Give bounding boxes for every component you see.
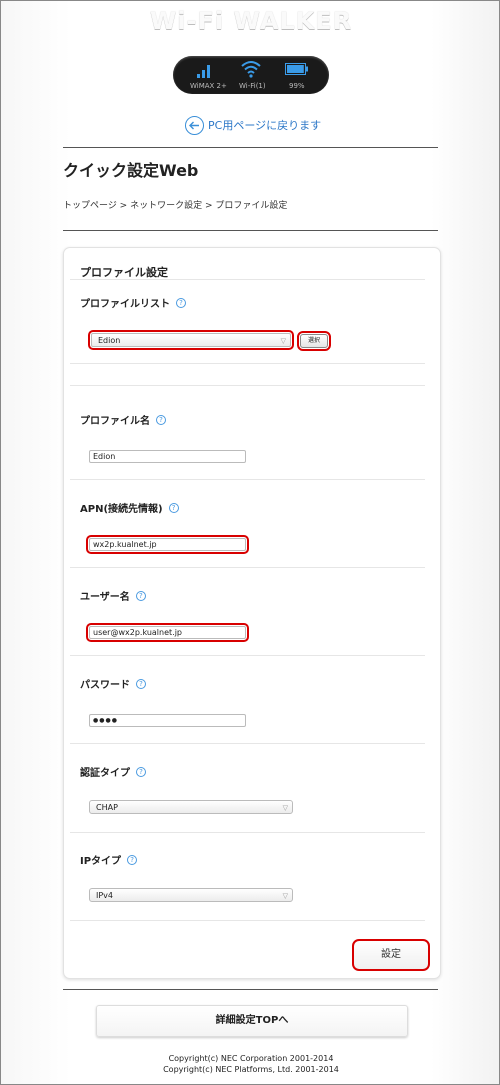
wifi-label: Wi-Fi(1) — [239, 82, 266, 90]
apn-label: APN(接続先情報) ? — [80, 500, 179, 515]
ip-type-select[interactable]: IPv4 ▽ — [89, 888, 293, 902]
help-icon[interactable]: ? — [156, 414, 166, 425]
copyright: Copyright(c) NEC Corporation 2001-2014 C… — [1, 1053, 500, 1075]
brand-logo: Wi-Fi WALKER — [149, 7, 353, 35]
wimax-label: WiMAX 2+ — [190, 82, 227, 90]
page-frame: Wi-Fi WALKER WiMAX 2+ Wi-Fi(1) 99% PC用ペー… — [0, 0, 500, 1085]
help-icon[interactable]: ? — [135, 590, 146, 601]
divider — [70, 920, 425, 921]
divider — [70, 479, 425, 480]
help-icon[interactable]: ? — [176, 297, 186, 308]
divider — [70, 385, 425, 386]
profile-list-select[interactable]: Edion ▽ — [88, 330, 294, 350]
password-field[interactable]: ●●●● — [89, 714, 246, 727]
device-status-bar: WiMAX 2+ Wi-Fi(1) 99% — [173, 56, 329, 94]
auth-type-select[interactable]: CHAP ▽ — [89, 800, 293, 814]
help-icon[interactable]: ? — [127, 854, 138, 865]
divider — [70, 363, 425, 364]
username-label: ユーザー名 ? — [80, 588, 146, 603]
chevron-down-icon: ▽ — [282, 892, 288, 900]
apn-field[interactable]: wx2p.kualnet.jp — [86, 535, 249, 554]
select-button[interactable]: 選択 — [297, 331, 331, 351]
username-field[interactable]: user@wx2p.kualnet.jp — [86, 623, 249, 642]
divider — [63, 989, 438, 990]
profile-settings-panel: プロファイル設定 プロファイルリスト ? Edion ▽ 選択 プロファイル名 ?… — [63, 247, 441, 979]
divider — [70, 567, 425, 568]
copyright-line: Copyright(c) NEC Platforms, Ltd. 2001-20… — [163, 1065, 339, 1074]
pc-page-link[interactable]: PC用ページに戻ります — [185, 115, 321, 135]
auth-type-label: 認証タイプ ? — [80, 764, 146, 779]
section-title: プロファイル設定 — [80, 266, 168, 279]
battery-icon — [285, 63, 308, 75]
divider — [70, 279, 425, 280]
password-label: パスワード ? — [80, 676, 146, 691]
signal-icon — [197, 65, 210, 78]
battery-label: 99% — [289, 82, 305, 90]
divider — [63, 230, 438, 231]
arrow-left-icon — [185, 115, 204, 135]
detail-settings-top-button[interactable]: 詳細設定TOPへ — [96, 1005, 408, 1037]
help-icon[interactable]: ? — [136, 766, 146, 777]
help-icon[interactable]: ? — [136, 678, 146, 689]
ip-type-label: IPタイプ ? — [80, 852, 138, 867]
pc-page-link-label: PC用ページに戻ります — [208, 119, 322, 132]
profile-name-field[interactable]: Edion — [89, 450, 246, 463]
chevron-down-icon: ▽ — [280, 337, 286, 345]
submit-button[interactable]: 設定 — [352, 939, 430, 971]
copyright-line: Copyright(c) NEC Corporation 2001-2014 — [168, 1054, 334, 1063]
divider — [63, 147, 438, 148]
help-icon[interactable]: ? — [168, 502, 179, 513]
divider — [70, 832, 425, 833]
breadcrumb: トップページ > ネットワーク設定 > プロファイル設定 — [63, 201, 288, 211]
divider — [70, 743, 425, 744]
divider — [70, 655, 425, 656]
page-title: クイック設定Web — [63, 161, 199, 180]
chevron-down-icon: ▽ — [282, 804, 288, 812]
wifi-icon — [241, 61, 261, 78]
profile-name-label: プロファイル名 ? — [80, 412, 166, 427]
profile-list-label: プロファイルリスト ? — [80, 295, 186, 310]
